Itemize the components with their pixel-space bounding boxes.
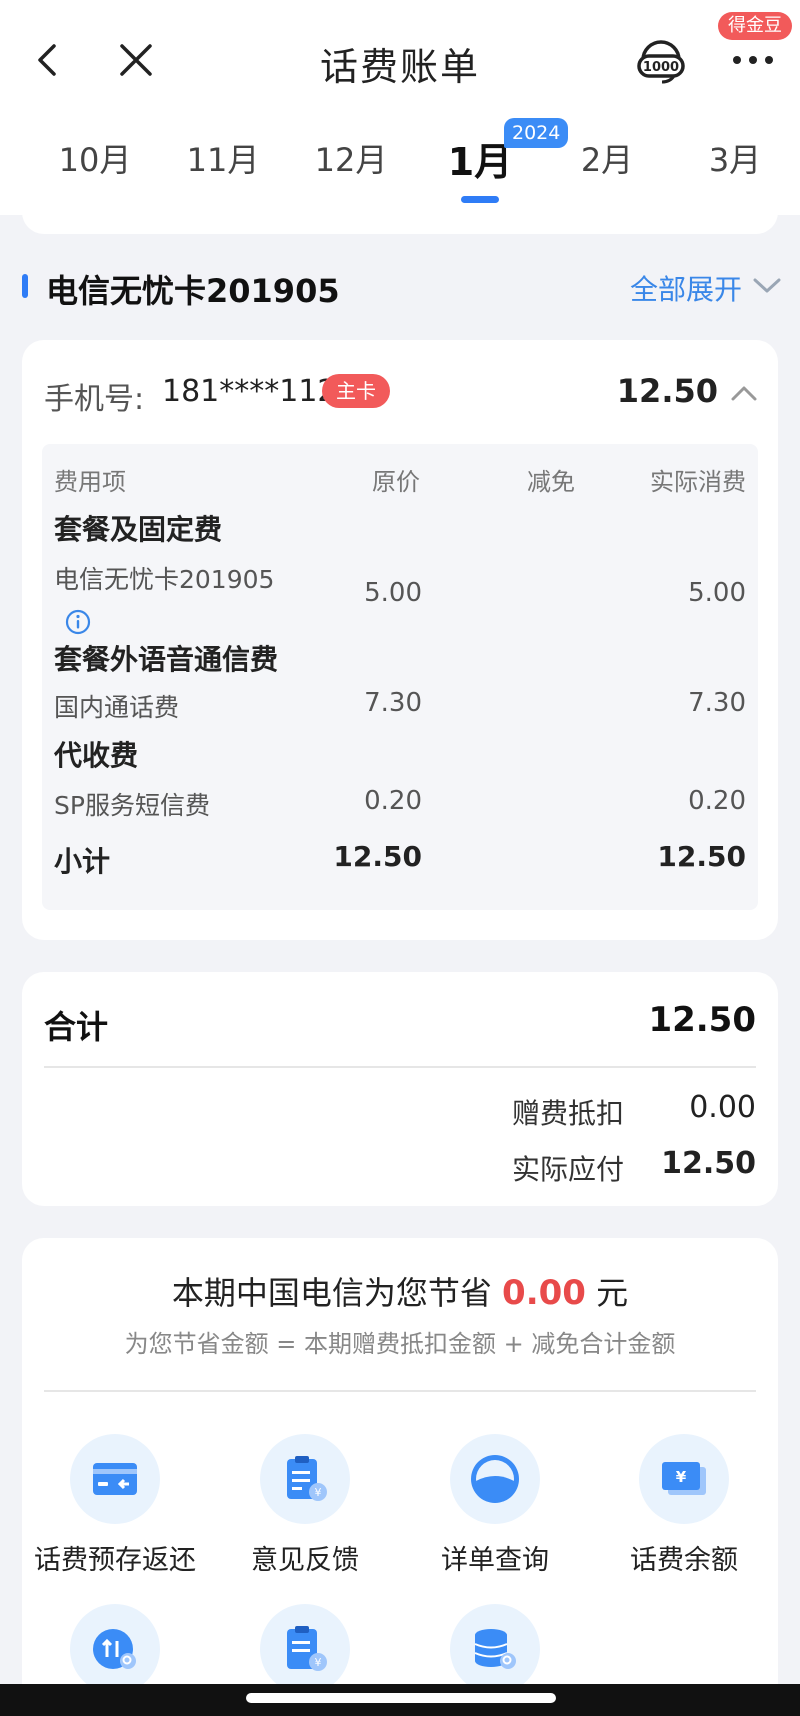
group-title: 套餐外语音通信费: [54, 643, 279, 676]
home-indicator[interactable]: [246, 1693, 556, 1703]
svg-text:¥: ¥: [315, 1656, 322, 1669]
phone-bill-card: 手机号: 181****1121 主卡 12.50 费用项 原价 减免 实际消费…: [22, 340, 778, 940]
year-badge: 2024: [504, 118, 569, 148]
gold-bean-badge[interactable]: 得金豆: [718, 12, 792, 40]
database-search-icon: [474, 1629, 516, 1669]
subtotal-actual: 12.50: [657, 840, 746, 873]
func-label: 话费余额: [630, 1545, 738, 1576]
fee-item-name: 国内通话费: [54, 693, 180, 722]
section-marker: [22, 274, 28, 298]
savings-formula: 为您节省金额 = 本期赠费抵扣金额 + 减免合计金额: [124, 1330, 676, 1358]
col-header-item: 费用项: [54, 468, 126, 496]
total-card: 合计 12.50 赠费抵扣 0.00 实际应付 12.50: [22, 972, 778, 1206]
customer-service-icon[interactable]: 1000: [636, 34, 686, 84]
chevron-up-icon[interactable]: [730, 384, 758, 402]
gift-deduct-label: 赠费抵扣: [511, 1097, 624, 1130]
func-data-query[interactable]: [400, 1604, 590, 1694]
tab-month-12[interactable]: 12月: [301, 135, 401, 181]
fee-actual: 5.00: [688, 578, 746, 608]
subtotal-label: 小计: [54, 845, 111, 878]
chevron-down-icon[interactable]: [752, 277, 782, 295]
func-label: 话费预存返还: [34, 1545, 196, 1576]
func-label: 详单查询: [441, 1545, 549, 1576]
group-title: 套餐及固定费: [54, 513, 223, 546]
fee-item-name: SP服务短信费: [54, 791, 210, 820]
active-tab-indicator: [461, 196, 499, 203]
fee-actual: 7.30: [688, 688, 746, 718]
amount-due-value: 12.50: [661, 1146, 756, 1181]
bill-clipboard-icon: ¥: [287, 1626, 327, 1671]
func-feedback[interactable]: ¥ 意见反馈: [210, 1434, 400, 1577]
fee-item-name: 电信无忧卡201905: [54, 565, 275, 594]
divider: [44, 1066, 756, 1068]
tab-month-10[interactable]: 10月: [45, 135, 145, 181]
gift-deduct-value: 0.00: [689, 1090, 756, 1125]
col-header-original: 原价: [372, 468, 420, 496]
plan-title: 电信无忧卡201905: [46, 272, 340, 310]
info-icon[interactable]: [65, 609, 91, 635]
func-label: 意见反馈: [251, 1545, 359, 1576]
fee-original: 7.30: [364, 688, 422, 718]
detail-query-icon: [471, 1455, 519, 1503]
total-label: 合计: [44, 1008, 109, 1046]
month-tabs: 10月 11月 12月 1月 2月 3月: [0, 135, 800, 195]
tab-month-11[interactable]: 11月: [173, 135, 273, 181]
amount-due-label: 实际应付: [511, 1153, 624, 1186]
savings-amount: 0.00: [502, 1273, 586, 1313]
fee-original: 0.20: [364, 786, 422, 816]
svg-text:¥: ¥: [315, 1486, 322, 1499]
total-value: 12.50: [648, 1000, 756, 1040]
savings-line: 本期中国电信为您节省 0.00 元: [22, 1268, 778, 1314]
header: 话费账单 1000 得金豆 10月 11月 12月 1月 2月 3月 2024: [0, 0, 800, 215]
savings-suffix: 元: [596, 1274, 629, 1312]
svg-text:¥: ¥: [676, 1468, 687, 1486]
col-header-actual: 实际消费: [650, 468, 746, 496]
expand-all-button[interactable]: 全部展开: [630, 268, 742, 308]
savings-card: 本期中国电信为您节省 0.00 元 为您节省金额 = 本期赠费抵扣金额 + 减免…: [22, 1238, 778, 1716]
card-return-icon: [93, 1463, 137, 1495]
phone-total: 12.50: [616, 372, 718, 410]
func-bill[interactable]: ¥: [210, 1604, 400, 1694]
feedback-clipboard-icon: ¥: [287, 1456, 327, 1501]
fee-actual: 0.20: [688, 786, 746, 816]
main-card-badge: 主卡: [322, 374, 390, 408]
balance-yen-icon: ¥: [662, 1462, 706, 1495]
func-transfer[interactable]: [20, 1604, 210, 1694]
divider: [44, 1390, 756, 1392]
subtotal-original: 12.50: [333, 840, 422, 873]
more-dots-icon[interactable]: [728, 44, 778, 74]
savings-prefix: 本期中国电信为您节省: [171, 1274, 492, 1312]
col-header-discount: 减免: [527, 468, 575, 496]
func-detail-query[interactable]: 详单查询: [400, 1434, 590, 1577]
group-title: 代收费: [54, 739, 139, 772]
func-balance[interactable]: ¥ 话费余额: [589, 1434, 779, 1577]
phone-label: 手机号:: [44, 382, 145, 417]
tab-month-3[interactable]: 3月: [685, 135, 785, 181]
bill-table: 费用项 原价 减免 实际消费 套餐及固定费 电信无忧卡201905 5.00 5…: [42, 444, 758, 910]
transfer-search-icon: [93, 1629, 136, 1669]
fee-original: 5.00: [364, 578, 422, 608]
func-prepay-return[interactable]: 话费预存返还: [20, 1434, 210, 1577]
tab-month-2[interactable]: 2月: [557, 135, 657, 181]
svg-text:1000: 1000: [643, 60, 679, 75]
previous-card-edge: [22, 210, 778, 234]
